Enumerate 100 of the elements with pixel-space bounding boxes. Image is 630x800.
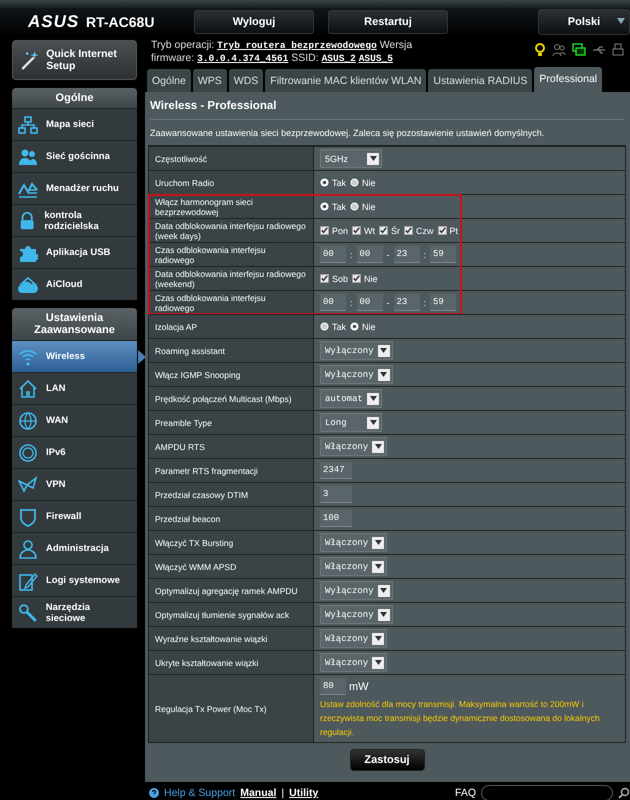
utility-link[interactable]: Utility: [289, 787, 318, 799]
link-divider: |: [281, 787, 284, 799]
time-field[interactable]: 00: [356, 294, 383, 311]
dropdown[interactable]: Włączony: [320, 653, 388, 672]
caret-icon: [374, 660, 382, 665]
time-field[interactable]: 59: [430, 246, 456, 263]
sidebar-item[interactable]: Sieć gościnna: [12, 140, 137, 172]
tab[interactable]: Professional: [534, 67, 602, 92]
sidebar-item[interactable]: Narzędzia sieciowe: [12, 596, 137, 628]
search-icon[interactable]: [618, 787, 630, 799]
setting-label: Włącz harmonogram sieci bezprzewodowej: [149, 195, 314, 218]
monitor-icon[interactable]: [572, 43, 586, 57]
checkbox[interactable]: [438, 226, 447, 235]
dropdown[interactable]: Wyłączony: [320, 605, 393, 624]
sidebar-item[interactable]: WAN: [12, 404, 137, 436]
sidebar-item[interactable]: VPN: [12, 468, 137, 500]
tab[interactable]: Filtrowanie MAC klientów WLAN: [265, 69, 426, 92]
checkbox[interactable]: [379, 226, 388, 235]
header-button[interactable]: Restartuj: [328, 10, 448, 34]
option-label: Pt: [450, 226, 458, 236]
time-field[interactable]: 59: [430, 294, 456, 311]
sidebar-item[interactable]: IPv6: [12, 436, 137, 468]
time-field[interactable]: 00: [320, 246, 346, 263]
header-button[interactable]: Wyloguj: [194, 10, 314, 34]
input-field[interactable]: 80: [320, 678, 346, 695]
help-link[interactable]: Help & Support: [164, 787, 236, 799]
setting-label: Uruchom Radio: [149, 171, 314, 194]
checkbox[interactable]: [320, 226, 329, 235]
tab[interactable]: WDS: [228, 69, 264, 92]
time-field[interactable]: 23: [394, 294, 420, 311]
option-label: Czw: [416, 226, 434, 236]
time-field[interactable]: 00: [320, 294, 346, 311]
lightbulb-icon[interactable]: [534, 43, 546, 57]
setting-label: Włączyć TX Bursting: [149, 531, 314, 554]
dropdown[interactable]: Włączony: [320, 437, 388, 456]
dropdown[interactable]: Włączony: [320, 533, 388, 552]
time-field[interactable]: 23: [394, 246, 420, 263]
setting-label: Optymalizuj agregację ramek AMPDU: [149, 579, 314, 602]
dropdown[interactable]: automat: [320, 389, 382, 408]
dropdown[interactable]: Wyłączony: [320, 341, 393, 360]
dropdown[interactable]: Wyłączony: [320, 581, 393, 600]
ssid-link[interactable]: ASUS_2: [322, 53, 356, 64]
sidebar-item[interactable]: Menadżer ruchu: [12, 172, 137, 204]
input-field[interactable]: 3: [320, 486, 352, 503]
hint-text: Ustaw zdolność dla mocy transmisji. Maksymalna wartość to 200mW i rzeczywista moc transmisji będzie dynamicznie dostosowana do lokalnych regulacji.: [320, 698, 601, 739]
input-field[interactable]: 100: [320, 510, 352, 527]
dropdown[interactable]: Włączony: [320, 557, 388, 576]
dropdown[interactable]: Long: [320, 413, 382, 432]
caret-icon: [374, 540, 382, 545]
sidebar-item[interactable]: Aplikacja USB: [12, 236, 137, 268]
checkbox[interactable]: [352, 274, 362, 283]
sidebar-item[interactable]: kontrola rodzicielska: [12, 204, 137, 236]
option-label: Sob: [332, 274, 348, 284]
option-label: Nie: [362, 178, 376, 188]
mode-link[interactable]: Tryb routera bezprzewodowego: [217, 40, 377, 51]
manual-link[interactable]: Manual: [240, 787, 276, 799]
tab[interactable]: WPS: [192, 69, 227, 92]
setting-label: Czas odblokowania interfejsu radiowego: [149, 243, 314, 266]
setting-label: Data odblokowania interfejsu radiowego (week days): [149, 219, 314, 242]
ssid-link[interactable]: ASUS_5: [358, 53, 393, 64]
sidebar-item[interactable]: AiCloud: [12, 268, 137, 300]
tab[interactable]: Ogólne: [147, 69, 191, 92]
checkbox[interactable]: [352, 226, 362, 235]
dropdown[interactable]: Włączony: [320, 629, 388, 648]
radio-button[interactable]: [320, 178, 329, 187]
radio-button[interactable]: [350, 178, 360, 187]
setting-label: AMPDU RTS: [149, 435, 314, 458]
model-name: RT-AC68U: [86, 14, 156, 30]
time-field[interactable]: 00: [356, 246, 383, 263]
printer-icon[interactable]: [612, 43, 624, 57]
tab[interactable]: Ustawienia RADIUS: [428, 69, 532, 92]
checkbox[interactable]: [404, 226, 414, 235]
sidebar-item[interactable]: Firewall: [12, 500, 137, 532]
section-header: Ogólne: [12, 88, 137, 108]
setting-label: Włączyć WMM APSD: [149, 555, 314, 578]
option-label: Tak: [332, 178, 346, 188]
logo: ASUS: [28, 12, 78, 32]
dropdown[interactable]: 5GHz: [320, 149, 382, 168]
firmware-link[interactable]: 3.0.0.4.374_4561: [197, 53, 288, 64]
input-field[interactable]: 2347: [320, 462, 352, 479]
checkbox[interactable]: [320, 274, 329, 283]
sidebar-item[interactable]: LAN: [12, 372, 137, 404]
sidebar-item[interactable]: Administracja: [12, 532, 137, 564]
dropdown[interactable]: Wyłączony: [320, 365, 393, 384]
option-label: Nie: [362, 202, 376, 212]
language-dropdown[interactable]: Polski: [538, 9, 630, 35]
radio-button[interactable]: [320, 322, 329, 331]
caret-icon: [370, 420, 376, 425]
search-field[interactable]: [481, 785, 613, 800]
time-separator: -: [386, 298, 390, 308]
setting-label: Regulacja Tx Power (Moc Tx): [149, 675, 314, 742]
radio-button[interactable]: [350, 322, 360, 331]
sidebar-item[interactable]: Mapa sieci: [12, 108, 137, 140]
radio-button[interactable]: [350, 202, 360, 211]
caret-icon: [374, 636, 382, 641]
sidebar-item[interactable]: Logi systemowe: [12, 564, 137, 596]
apply-button[interactable]: Zastosuj: [350, 749, 424, 771]
people-icon[interactable]: [552, 43, 566, 57]
radio-button[interactable]: [320, 202, 329, 211]
quick-setup-button[interactable]: Quick Internet Setup: [12, 40, 137, 80]
